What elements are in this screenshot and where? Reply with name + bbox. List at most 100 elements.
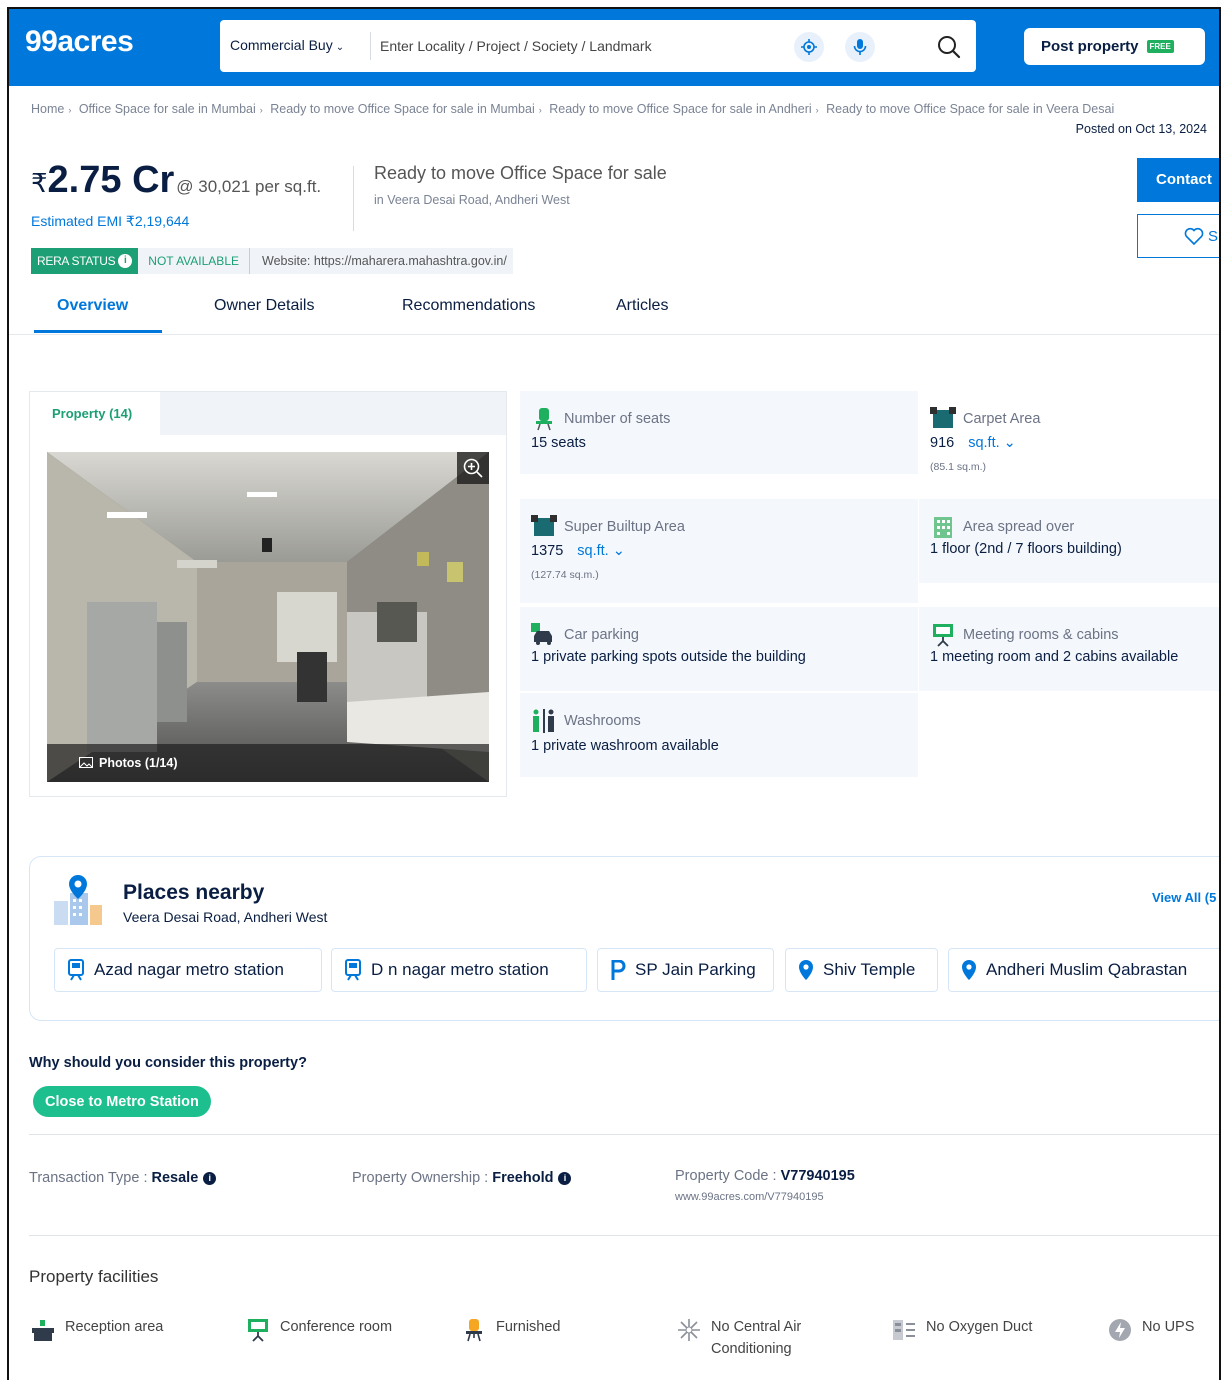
area-number: 1375: [531, 543, 564, 559]
site-logo[interactable]: 99acres: [25, 25, 134, 59]
property-code: Property Code : V77940195: [675, 1168, 855, 1184]
section-tabs: Overview Owner Details Recommendations A…: [9, 289, 1219, 335]
tab-articles[interactable]: Articles: [616, 297, 668, 315]
chevron-down-icon: ⌄: [335, 42, 345, 53]
spec-carpet-area: Carpet Area 916 sq.ft. ⌄ (85.1 sq.m.): [919, 391, 1219, 491]
post-property-button[interactable]: Post property FREE: [1024, 28, 1205, 65]
area-number: 916: [930, 435, 955, 451]
area-icon: [930, 407, 956, 428]
search-type-dropdown[interactable]: Commercial Buy ⌄: [230, 37, 344, 53]
price-per-sqft: @ 30,021 per sq.ft.: [176, 177, 322, 196]
currency-symbol: ₹: [31, 168, 48, 198]
zoom-in-icon: [463, 458, 483, 478]
property-photo[interactable]: Photos (1/14): [47, 452, 489, 782]
breadcrumb: Home › Office Space for sale in Mumbai › R…: [31, 102, 1219, 116]
place-chip[interactable]: Shiv Temple: [785, 948, 938, 992]
page-frame: 99acres Commercial Buy⌄ Post propertyFRE…: [7, 7, 1221, 1380]
place-chip-label: D n nagar metro station: [371, 960, 549, 979]
rera-website[interactable]: Website: https://maharera.mahashtra.gov.…: [249, 248, 513, 274]
breadcrumb-separator-icon: ›: [538, 105, 542, 115]
tab-owner-details[interactable]: Owner Details: [214, 297, 314, 315]
breadcrumb-item[interactable]: Ready to move Office Space for sale in V…: [826, 102, 1114, 116]
tab-overview[interactable]: Overview: [57, 297, 128, 315]
spec-subvalue: (127.74 sq.m.): [531, 569, 599, 581]
breadcrumb-separator-icon: ›: [68, 105, 72, 115]
view-all-link[interactable]: View All (5: [1152, 890, 1216, 905]
spec-value: 1 floor (2nd / 7 floors building): [930, 541, 1122, 557]
photo-icon: [79, 757, 93, 768]
transaction-type: Transaction Type : Resale i: [29, 1170, 217, 1186]
place-chip[interactable]: Andheri Muslim Qabrastan: [948, 948, 1219, 992]
search-input[interactable]: [380, 31, 780, 61]
chevron-down-icon: ⌄: [612, 543, 625, 559]
photos-count-label: Photos (1/14): [99, 756, 178, 770]
breadcrumb-item[interactable]: Ready to move Office Space for sale in A…: [549, 102, 811, 116]
free-badge: FREE: [1146, 40, 1174, 53]
car-parking-icon: [531, 623, 552, 645]
gallery-tab-property[interactable]: Property (14): [30, 392, 160, 435]
info-icon[interactable]: i: [118, 254, 133, 268]
shortlist-button[interactable]: S: [1137, 214, 1219, 258]
search-type-label: Commercial Buy: [230, 37, 333, 53]
search-icon: [938, 36, 961, 59]
spec-subvalue: (85.1 sq.m.): [930, 461, 987, 473]
property-title: Ready to move Office Space for sale: [374, 163, 667, 183]
tab-recommendations[interactable]: Recommendations: [402, 297, 535, 315]
detail-label: Transaction Type :: [29, 1170, 152, 1186]
facility-label: Conference room: [280, 1319, 393, 1335]
power-icon: [1109, 1319, 1131, 1341]
highlight-badge: Close to Metro Station: [33, 1086, 211, 1117]
place-chip-label: SP Jain Parking: [635, 960, 756, 979]
place-chip-label: Andheri Muslim Qabrastan: [986, 960, 1188, 979]
spec-super-builtup: Super Builtup Area 1375 sq.ft. ⌄ (127.74 …: [520, 499, 918, 603]
place-chip[interactable]: SP Jain Parking: [597, 948, 774, 992]
post-property-label: Post property: [1041, 38, 1139, 55]
unit-dropdown[interactable]: sq.ft. ⌄: [577, 543, 625, 559]
rera-status-badge: RERA STATUS i: [31, 248, 139, 274]
photos-count-button[interactable]: Photos (1/14): [47, 744, 489, 782]
search-divider: [370, 32, 371, 60]
detail-value: Freehold: [492, 1170, 554, 1186]
shortlist-label: S: [1208, 227, 1219, 245]
info-icon[interactable]: i: [558, 1172, 572, 1185]
spec-value: 1 private washroom available: [531, 738, 719, 754]
breadcrumb-item[interactable]: Ready to move Office Space for sale in M…: [270, 102, 534, 116]
price-value: 2.75 Cr: [47, 159, 175, 201]
breadcrumb-item[interactable]: Home: [31, 102, 64, 116]
facility-item: Furnished: [462, 1316, 662, 1342]
voice-search-button[interactable]: [845, 32, 875, 62]
facility-item: No UPS: [1108, 1316, 1219, 1341]
property-url[interactable]: www.99acres.com/V77940195: [675, 1191, 824, 1203]
places-title: Places nearby: [123, 881, 265, 904]
microphone-icon: [853, 39, 867, 55]
spec-seats: Number of seats 15 seats: [520, 391, 918, 474]
divider: [29, 1134, 1219, 1135]
breadcrumb-separator-icon: ›: [259, 105, 263, 115]
place-chip[interactable]: D n nagar metro station: [331, 948, 587, 992]
zoom-button[interactable]: [457, 452, 489, 484]
search-button[interactable]: [936, 34, 962, 60]
emi-link[interactable]: Estimated EMI ₹2,19,644: [31, 213, 189, 230]
rera-status-label: RERA STATUS: [37, 254, 116, 268]
place-chip[interactable]: Azad nagar metro station: [54, 948, 322, 992]
spec-value: 1375 sq.ft. ⌄: [531, 543, 625, 559]
facility-label: No Oxygen Duct: [926, 1319, 1033, 1335]
unit-dropdown[interactable]: sq.ft. ⌄: [968, 435, 1016, 451]
top-navbar: 99acres Commercial Buy⌄ Post property FRE…: [9, 9, 1219, 86]
office-interior-image: [47, 452, 489, 782]
seat-icon: [536, 408, 552, 431]
unit-label: sq.ft.: [968, 435, 1000, 451]
breadcrumb-item[interactable]: Office Space for sale in Mumbai: [79, 102, 256, 116]
contact-button[interactable]: Contact: [1137, 158, 1219, 202]
place-chip-label: Shiv Temple: [823, 960, 916, 979]
spec-label: Number of seats: [564, 411, 671, 427]
facility-item: No Oxygen Duct: [892, 1316, 1092, 1340]
spec-area-spread: Area spread over 1 floor (2nd / 7 floors…: [919, 499, 1219, 583]
spec-value: 1 private parking spots outside the buil…: [531, 649, 806, 665]
spec-label: Super Builtup Area: [564, 519, 685, 535]
metro-icon: [68, 959, 84, 981]
spec-meeting-rooms: Meeting rooms & cabins 1 meeting room an…: [919, 607, 1219, 691]
search-bar: Commercial Buy ⌄: [220, 20, 976, 72]
info-icon[interactable]: i: [203, 1172, 217, 1185]
location-button[interactable]: [794, 32, 824, 62]
